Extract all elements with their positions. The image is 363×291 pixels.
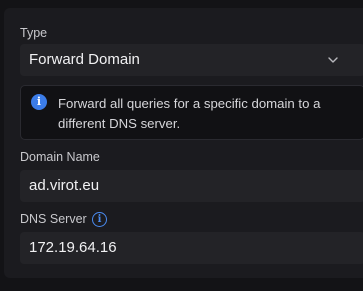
chevron-down-icon xyxy=(328,57,338,63)
type-select[interactable]: Forward Domain xyxy=(20,44,363,76)
info-callout: i Forward all queries for a specific dom… xyxy=(20,85,363,140)
dns-server-input[interactable]: 172.19.64.16 xyxy=(20,232,363,264)
domain-name-value: ad.virot.eu xyxy=(29,177,100,194)
info-icon: i xyxy=(31,94,47,110)
dns-server-label: DNS Server xyxy=(20,212,87,226)
domain-name-input[interactable]: ad.virot.eu xyxy=(20,170,363,202)
info-text: Forward all queries for a specific domai… xyxy=(58,96,321,131)
type-label: Type xyxy=(20,26,48,40)
help-info-icon[interactable]: i xyxy=(92,212,107,227)
type-select-value: Forward Domain xyxy=(29,51,140,68)
dns-server-value: 172.19.64.16 xyxy=(29,239,117,256)
domain-name-label: Domain Name xyxy=(20,150,100,164)
